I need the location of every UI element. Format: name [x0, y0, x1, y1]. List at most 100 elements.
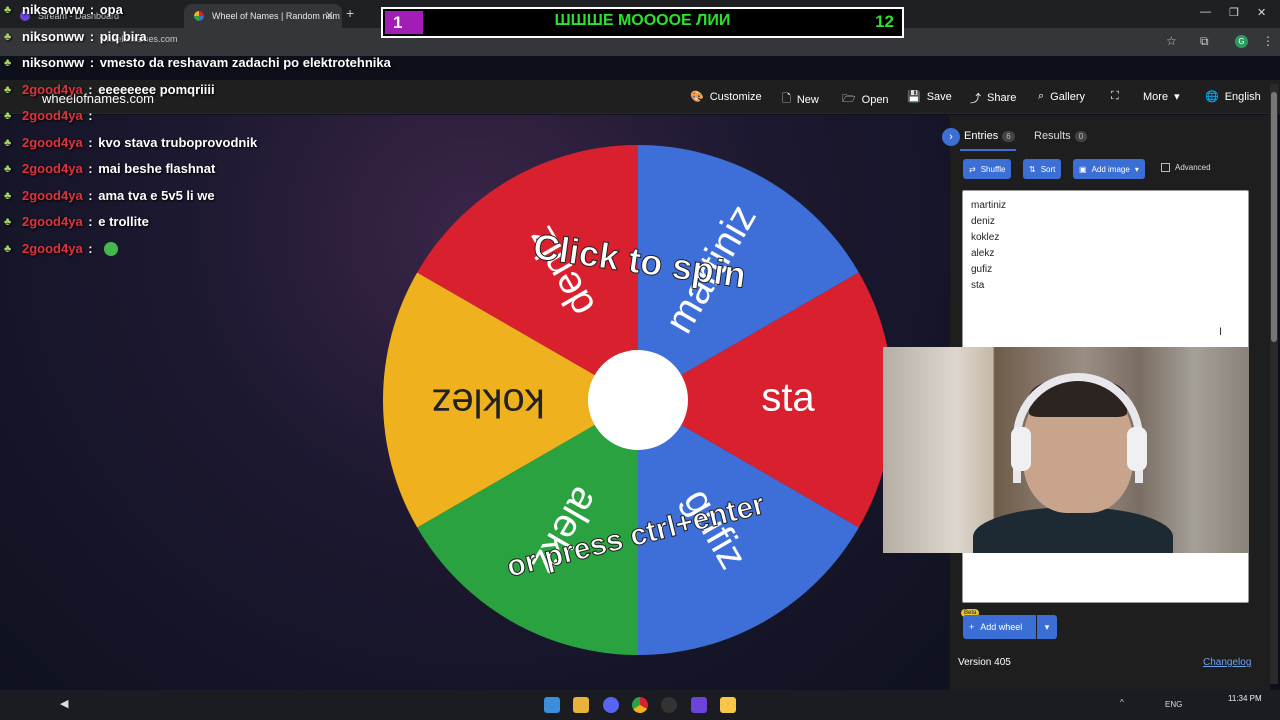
app-grid-icon[interactable] [691, 697, 707, 713]
chrome-icon[interactable] [632, 697, 648, 713]
palette-icon: 🎨 [690, 91, 704, 103]
save-button[interactable]: 💾 Save [907, 90, 952, 104]
extensions-icon[interactable]: ⧉ [1200, 34, 1209, 49]
file-icon: 🗋 [782, 93, 791, 105]
more-button[interactable]: More ▾ [1143, 90, 1180, 104]
chat-badge-icon: ♣ [4, 109, 12, 122]
chat-message: ♣ 2good4ya : kvo stava truboprovodnik [4, 135, 257, 150]
shuffle-icon: ⇄ [969, 164, 976, 174]
tab-title: Wheel of Names | Random nam [212, 11, 340, 21]
headset-ear-right [1127, 427, 1147, 471]
image-icon: ▣ [1079, 164, 1087, 174]
chat-badge-icon: ♣ [4, 56, 12, 69]
entry-line: sta [971, 280, 985, 291]
add-image-button[interactable]: ▣ Add image ▾ [1073, 159, 1145, 179]
chat-separator: : [84, 135, 97, 150]
collapse-panel-icon[interactable]: › [942, 128, 960, 146]
language-button[interactable]: 🌐 English [1205, 90, 1261, 104]
pen-app-icon[interactable] [720, 697, 736, 713]
chat-username: 2good4ya [22, 135, 83, 150]
new-button[interactable]: 🗋 New [782, 90, 819, 109]
language-indicator[interactable]: ENG [1165, 700, 1182, 709]
chat-text: ama tva e 5v5 li we [98, 188, 215, 203]
chat-message: ♣ 2good4ya : mai beshe flashnat [4, 161, 215, 176]
open-button[interactable]: 🗁 Open [842, 90, 889, 109]
chat-message: ♣ niksonww : opa [4, 2, 123, 17]
wheel-favicon-icon [194, 11, 204, 21]
chat-text: piq bira [99, 29, 147, 44]
folder-icon: 🗁 [842, 93, 856, 105]
play-icon[interactable]: ◀ [60, 697, 76, 713]
chat-badge-icon: ♣ [4, 189, 12, 202]
add-wheel-dropdown[interactable]: ▾ [1037, 615, 1057, 639]
shuffle-button[interactable]: ⇄ Shuffle [963, 159, 1012, 179]
chevron-down-icon: ▾ [1134, 164, 1139, 174]
share-button[interactable]: ⤴ Share [970, 90, 1016, 106]
browser-tab-wheel[interactable]: Wheel of Names | Random nam ✕ [184, 4, 342, 28]
fullscreen-icon: ⛶ [1111, 90, 1119, 102]
advanced-toggle[interactable]: Advanced [1161, 163, 1211, 172]
clock[interactable]: 11:34 PM [1228, 693, 1262, 704]
chat-username: 2good4ya [22, 241, 83, 256]
add-wheel-button[interactable]: + Add wheel [963, 615, 1036, 639]
share-icon: ⤴ [970, 93, 981, 105]
gallery-button[interactable]: ⌕ Gallery [1038, 90, 1085, 103]
file-explorer-icon[interactable] [573, 697, 589, 713]
entry-line: gufiz [971, 264, 993, 275]
chat-separator: : [84, 161, 97, 176]
entries-count: 6 [1002, 131, 1015, 142]
webcam-shirt [973, 507, 1173, 553]
discord-icon[interactable] [603, 697, 619, 713]
entry-line: martiniz [971, 200, 1007, 211]
close-window-icon[interactable]: ✕ [1257, 6, 1266, 19]
headset-ear-left [1011, 427, 1031, 471]
chat-message: ♣ 2good4ya : [4, 241, 119, 256]
browser-menu-icon[interactable]: ⋮ [1262, 34, 1274, 48]
globe-icon: 🌐 [1205, 91, 1219, 103]
chat-message: ♣ 2good4ya : ama tva e 5v5 li we [4, 188, 215, 203]
chat-badge-icon: ♣ [4, 136, 12, 149]
wheel-of-names[interactable]: martinizstagufizalekzkoklezdeniz Click t… [380, 145, 900, 665]
save-icon: 💾 [907, 91, 921, 103]
tab-results[interactable]: Results 0 [1034, 130, 1088, 142]
tray-chevron-icon[interactable]: ^ [1120, 698, 1124, 707]
chat-text: e trollite [98, 214, 149, 229]
chat-separator: : [84, 188, 97, 203]
chat-username: 2good4ya [22, 82, 83, 97]
chat-username: niksonww [22, 2, 85, 17]
chat-message: ♣ 2good4ya : eeeeeeee pomqriiii [4, 82, 215, 97]
scrollbar-thumb[interactable] [1271, 92, 1277, 342]
close-tab-icon[interactable]: ✕ [325, 9, 334, 22]
text-cursor-icon: I [1219, 326, 1223, 338]
start-icon[interactable] [544, 697, 560, 713]
wheel-center-hub[interactable] [588, 350, 688, 450]
results-count: 0 [1074, 131, 1088, 142]
chat-username: 2good4ya [22, 214, 83, 229]
chat-username: 2good4ya [22, 188, 83, 203]
chat-badge-icon: ♣ [4, 3, 12, 16]
wheel-segment-label: koklez [431, 380, 544, 424]
sort-button[interactable]: ⇅ Sort [1023, 159, 1062, 179]
profile-avatar[interactable]: G [1235, 35, 1248, 48]
advanced-checkbox[interactable] [1161, 163, 1170, 172]
chevron-down-icon: ▾ [1044, 622, 1050, 632]
obs-icon[interactable] [661, 697, 677, 713]
bookmark-star-icon[interactable]: ☆ [1166, 34, 1177, 48]
tab-entries[interactable]: Entries 6 [964, 130, 1015, 142]
chat-text: kvo stava truboprovodnik [98, 135, 258, 150]
chat-separator: : [86, 55, 98, 70]
entry-line: alekz [971, 248, 995, 259]
plus-icon: + [969, 622, 975, 632]
fullscreen-button[interactable]: ⛶ [1111, 90, 1119, 103]
restore-icon[interactable]: ❐ [1229, 6, 1239, 19]
chat-username: niksonww [22, 55, 85, 70]
chat-text: opa [99, 2, 123, 17]
sort-icon: ⇅ [1029, 164, 1036, 174]
new-tab-icon[interactable]: + [346, 5, 354, 21]
changelog-link[interactable]: Changelog [1203, 657, 1251, 668]
chat-emote-icon [104, 241, 119, 256]
minimize-icon[interactable]: — [1200, 6, 1211, 18]
customize-button[interactable]: 🎨 Customize [690, 90, 762, 104]
entry-line: deniz [971, 216, 995, 227]
chat-separator: : [84, 108, 97, 123]
